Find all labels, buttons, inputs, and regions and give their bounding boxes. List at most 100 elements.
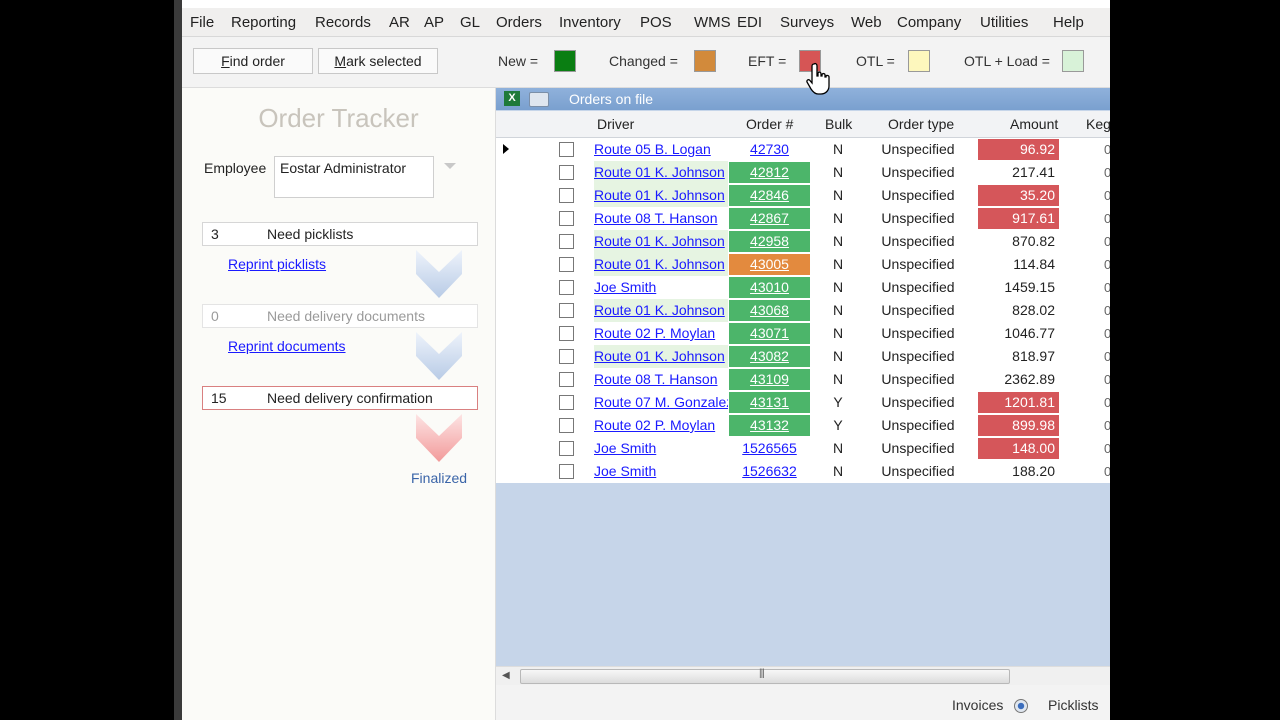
table-row[interactable]: Joe Smith 1526565 N Unspecified 148.00 0 — [496, 437, 1110, 460]
order-number-link[interactable]: 43131 — [729, 392, 810, 413]
driver-link[interactable]: Route 01 K. Johnson — [594, 161, 728, 184]
menu-item-web[interactable]: Web — [851, 14, 882, 31]
column-header-order[interactable]: Order # — [746, 116, 793, 132]
table-row[interactable]: Route 08 T. Hanson 43109 N Unspecified 2362.… — [496, 368, 1110, 391]
order-number-link[interactable]: 43010 — [729, 277, 810, 298]
row-checkbox[interactable] — [559, 257, 574, 272]
print-icon[interactable] — [529, 92, 549, 107]
table-row[interactable]: Joe Smith 43010 N Unspecified 1459.15 0 — [496, 276, 1110, 299]
row-checkbox[interactable] — [559, 280, 574, 295]
table-row[interactable]: Route 02 P. Moylan 43132 Y Unspecified 899.9… — [496, 414, 1110, 437]
driver-link[interactable]: Route 01 K. Johnson — [594, 230, 728, 253]
legend-swatch[interactable] — [694, 50, 716, 72]
menu-item-ap[interactable]: AP — [424, 14, 444, 31]
menu-item-orders[interactable]: Orders — [496, 14, 542, 31]
table-row[interactable]: Route 08 T. Hanson 42867 N Unspecified 917.6… — [496, 207, 1110, 230]
row-checkbox[interactable] — [559, 234, 574, 249]
invoices-radio[interactable] — [1014, 699, 1028, 713]
chevron-down-icon[interactable] — [444, 163, 456, 169]
menu-item-ar[interactable]: AR — [389, 14, 410, 31]
column-header-amount[interactable]: Amount — [1010, 116, 1058, 132]
row-checkbox[interactable] — [559, 188, 574, 203]
find-order-button[interactable]: Find order — [193, 48, 313, 74]
scroll-left-icon[interactable]: ◀ — [502, 670, 510, 681]
reprint-documents-link[interactable]: Reprint documents — [228, 338, 346, 354]
table-row[interactable]: Route 07 M. Gonzalez 43131 Y Unspecified 120… — [496, 391, 1110, 414]
order-number-link[interactable]: 43005 — [729, 254, 810, 275]
legend-swatch[interactable] — [554, 50, 576, 72]
order-number-link[interactable]: 42867 — [729, 208, 810, 229]
order-number-link[interactable]: 42812 — [729, 162, 810, 183]
mark-selected-button[interactable]: Mark selected — [318, 48, 438, 74]
driver-link[interactable]: Route 05 B. Logan — [594, 138, 728, 161]
driver-link[interactable]: Joe Smith — [594, 437, 728, 460]
row-checkbox[interactable] — [559, 165, 574, 180]
row-checkbox[interactable] — [559, 372, 574, 387]
menu-item-inventory[interactable]: Inventory — [559, 14, 621, 31]
driver-link[interactable]: Route 08 T. Hanson — [594, 368, 728, 391]
column-header-bulk[interactable]: Bulk — [825, 116, 852, 132]
row-checkbox[interactable] — [559, 211, 574, 226]
table-row[interactable]: Route 01 K. Johnson 43082 N Unspecified 818.… — [496, 345, 1110, 368]
order-number-link[interactable]: 43071 — [729, 323, 810, 344]
order-number-link[interactable]: 1526565 — [729, 438, 810, 459]
reprint-picklists-link[interactable]: Reprint picklists — [228, 256, 326, 272]
order-number-link[interactable]: 43109 — [729, 369, 810, 390]
menu-item-surveys[interactable]: Surveys — [780, 14, 834, 31]
driver-link[interactable]: Route 02 P. Moylan — [594, 322, 728, 345]
row-checkbox[interactable] — [559, 464, 574, 479]
driver-link[interactable]: Route 07 M. Gonzalez — [594, 391, 728, 414]
employee-select[interactable]: Eostar Administrator — [274, 156, 434, 198]
row-checkbox[interactable] — [559, 349, 574, 364]
row-checkbox[interactable] — [559, 395, 574, 410]
legend-swatch[interactable] — [908, 50, 930, 72]
table-row[interactable]: Route 01 K. Johnson 42812 N Unspecified 217.… — [496, 161, 1110, 184]
row-checkbox[interactable] — [559, 441, 574, 456]
menu-item-help[interactable]: Help — [1053, 14, 1084, 31]
order-number-link[interactable]: 1526632 — [729, 461, 810, 482]
table-row[interactable]: Route 01 K. Johnson 42846 N Unspecified 35.2… — [496, 184, 1110, 207]
menu-item-wms[interactable]: WMS — [694, 14, 731, 31]
table-row[interactable]: Route 02 P. Moylan 43071 N Unspecified 1046.… — [496, 322, 1110, 345]
table-row[interactable]: Joe Smith 1526632 N Unspecified 188.20 0 — [496, 460, 1110, 483]
menu-item-company[interactable]: Company — [897, 14, 961, 31]
row-checkbox[interactable] — [559, 326, 574, 341]
driver-link[interactable]: Route 01 K. Johnson — [594, 345, 728, 368]
row-checkbox[interactable] — [559, 142, 574, 157]
driver-link[interactable]: Route 02 P. Moylan — [594, 414, 728, 437]
menu-item-edi[interactable]: EDI — [737, 14, 762, 31]
order-number-link[interactable]: 43132 — [729, 415, 810, 436]
order-number-link[interactable]: 42730 — [729, 139, 810, 160]
stage-need-delivery-documents[interactable]: 0 Need delivery documents — [202, 304, 478, 328]
scrollbar-thumb[interactable]: ||| — [520, 668, 1010, 684]
order-number-link[interactable]: 43068 — [729, 300, 810, 321]
table-row[interactable]: Route 01 K. Johnson 43005 N Unspecified 114.… — [496, 253, 1110, 276]
order-number-link[interactable]: 42846 — [729, 185, 810, 206]
stage-need-picklists[interactable]: 3 Need picklists — [202, 222, 478, 246]
column-header-keg[interactable]: Keg — [1086, 116, 1110, 132]
column-header-driver[interactable]: Driver — [597, 116, 634, 132]
driver-link[interactable]: Route 01 K. Johnson — [594, 184, 728, 207]
menu-item-gl[interactable]: GL — [460, 14, 480, 31]
menu-item-reporting[interactable]: Reporting — [231, 14, 296, 31]
table-row[interactable]: Route 01 K. Johnson 42958 N Unspecified 870.… — [496, 230, 1110, 253]
driver-link[interactable]: Joe Smith — [594, 276, 728, 299]
table-row[interactable]: Route 01 K. Johnson 43068 N Unspecified 828.… — [496, 299, 1110, 322]
driver-link[interactable]: Joe Smith — [594, 460, 728, 483]
driver-link[interactable]: Route 01 K. Johnson — [594, 253, 728, 276]
menu-item-pos[interactable]: POS — [640, 14, 672, 31]
legend-swatch[interactable] — [1062, 50, 1084, 72]
order-number-link[interactable]: 43082 — [729, 346, 810, 367]
stage-need-delivery-confirmation[interactable]: 15 Need delivery confirmation — [202, 386, 478, 410]
driver-link[interactable]: Route 01 K. Johnson — [594, 299, 728, 322]
row-checkbox[interactable] — [559, 418, 574, 433]
order-number-link[interactable]: 42958 — [729, 231, 810, 252]
menu-item-utilities[interactable]: Utilities — [980, 14, 1028, 31]
horizontal-scrollbar[interactable]: ◀ ||| — [496, 666, 1110, 685]
row-checkbox[interactable] — [559, 303, 574, 318]
column-header-order-type[interactable]: Order type — [888, 116, 954, 132]
excel-export-icon[interactable]: X — [504, 91, 520, 106]
driver-link[interactable]: Route 08 T. Hanson — [594, 207, 728, 230]
menu-item-file[interactable]: File — [190, 14, 214, 31]
table-row[interactable]: Route 05 B. Logan 42730 N Unspecified 96.92 0 — [496, 138, 1110, 161]
